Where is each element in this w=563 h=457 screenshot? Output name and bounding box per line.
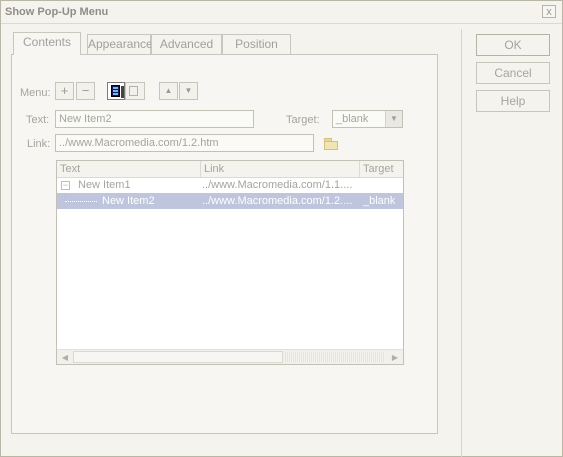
link-label: Link: <box>27 138 51 150</box>
text-field[interactable]: New Item2 <box>55 110 254 128</box>
tab-appearance[interactable]: Appearance <box>87 34 153 54</box>
row-text: New Item1 <box>78 179 131 191</box>
column-header-text[interactable]: Text <box>57 161 201 177</box>
tab-label: Contents <box>22 35 72 49</box>
folder-icon-body <box>324 141 338 150</box>
close-button[interactable]: x <box>542 5 556 18</box>
tab-label: Position <box>235 37 278 51</box>
indent-button[interactable] <box>125 82 145 100</box>
column-header-link[interactable]: Link <box>201 161 360 177</box>
link-field[interactable]: ../www.Macromedia.com/1.2.htm <box>55 134 314 152</box>
scroll-right-icon[interactable]: ▶ <box>388 351 402 364</box>
scroll-left-icon[interactable]: ◀ <box>58 351 72 364</box>
chevron-down-icon: ▼ <box>385 111 402 127</box>
target-value: _blank <box>336 113 369 125</box>
cancel-button[interactable]: Cancel <box>476 62 550 84</box>
horizontal-scrollbar[interactable]: ◀ ▶ <box>57 349 403 364</box>
remove-item-button[interactable]: − <box>76 82 95 100</box>
help-button[interactable]: Help <box>476 90 550 112</box>
move-up-button[interactable]: ▲ <box>159 82 178 100</box>
window-title: Show Pop-Up Menu <box>5 6 109 18</box>
browse-button[interactable] <box>323 138 338 150</box>
row-target: _blank <box>363 195 396 207</box>
scroll-thumb[interactable] <box>73 351 283 363</box>
column-header-target[interactable]: Target <box>360 161 403 177</box>
row-link: ../www.Macromedia.com/1.2.... <box>202 195 353 207</box>
move-down-button[interactable]: ▼ <box>179 82 198 100</box>
indent-icon <box>129 86 138 96</box>
separator <box>461 29 462 457</box>
arrow-up-icon: ▲ <box>164 86 173 95</box>
outdent-icon <box>111 85 120 97</box>
menu-label: Menu: <box>20 87 51 99</box>
tree-row-selected[interactable]: New Item2 ../www.Macromedia.com/1.2.... … <box>57 193 403 209</box>
row-text: New Item2 <box>102 195 155 207</box>
tree-connector <box>65 201 97 203</box>
tab-advanced[interactable]: Advanced <box>151 34 222 54</box>
tab-label: Appearance <box>88 37 153 51</box>
row-link: ../www.Macromedia.com/1.1.... <box>202 179 353 191</box>
text-label: Text: <box>26 114 50 126</box>
plus-icon: + <box>60 83 69 98</box>
menu-tree[interactable]: Text Link Target − New Item1 ../www.Macr… <box>56 160 404 365</box>
outdent-button[interactable] <box>107 82 125 100</box>
tab-contents[interactable]: Contents <box>13 32 81 55</box>
tab-label: Advanced <box>159 37 214 51</box>
ok-button[interactable]: OK <box>476 34 550 56</box>
tree-header: Text Link Target <box>57 161 403 178</box>
tree-connector <box>65 193 67 201</box>
scroll-track[interactable] <box>285 352 385 362</box>
collapse-icon[interactable]: − <box>61 181 70 190</box>
arrow-down-icon: ▼ <box>184 86 193 95</box>
title-bar: Show Pop-Up Menu x <box>1 1 562 24</box>
minus-icon: − <box>81 83 90 98</box>
target-label: Target: <box>286 114 320 126</box>
dialog-window: Show Pop-Up Menu x Appearance Advanced P… <box>0 0 563 457</box>
add-item-button[interactable]: + <box>55 82 74 100</box>
tree-row[interactable]: − New Item1 ../www.Macromedia.com/1.1...… <box>57 177 403 193</box>
tab-position[interactable]: Position <box>222 34 291 54</box>
target-select[interactable]: _blank ▼ <box>332 110 403 128</box>
button-shadow <box>121 86 124 98</box>
